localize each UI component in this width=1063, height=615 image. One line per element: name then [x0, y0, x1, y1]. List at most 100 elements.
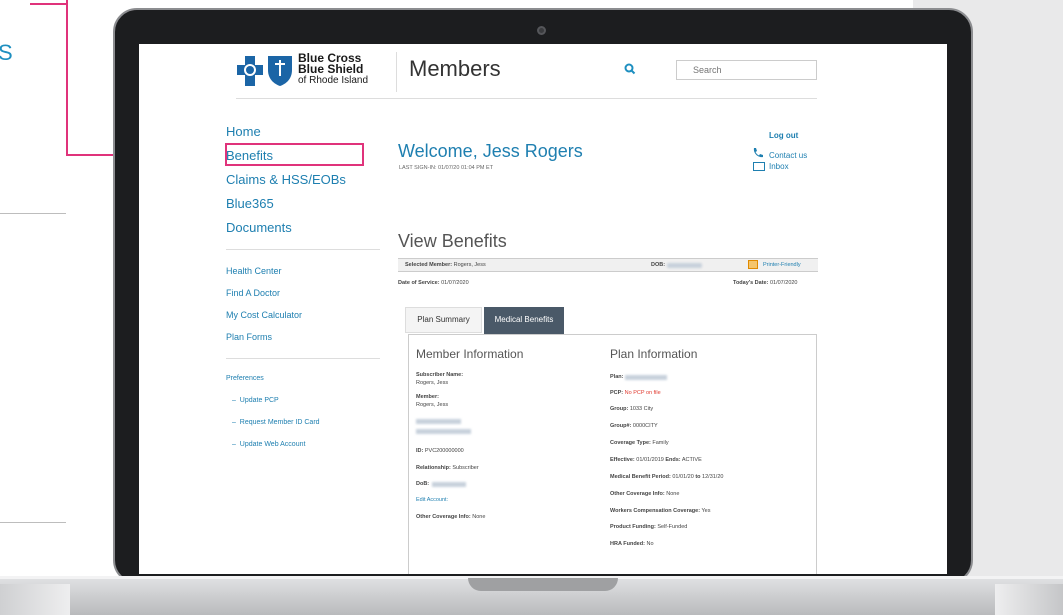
label: Date of Service:	[398, 280, 440, 286]
group-field: Group: 1033 City	[610, 406, 653, 412]
blue-shield-icon	[267, 54, 293, 88]
value: ACTIVE	[681, 457, 702, 463]
redacted-address	[416, 429, 471, 434]
value: None	[666, 491, 680, 497]
mail-icon	[753, 162, 765, 171]
value: Rogers, Jess	[416, 402, 449, 408]
label: Effective:	[610, 457, 635, 463]
subscriber-field: Subscriber Name: Rogers, Jess	[416, 371, 463, 387]
label: Selected Member:	[405, 262, 453, 268]
value: 0000CITY	[632, 423, 658, 429]
label: Medical Benefit Period:	[610, 474, 671, 480]
label: Workers Compensation Coverage:	[610, 508, 701, 514]
contact-link[interactable]: Contact us	[769, 151, 807, 160]
nav-link-plan-forms[interactable]: Plan Forms	[226, 332, 272, 342]
header-divider	[236, 98, 817, 99]
nav-link-find-doctor[interactable]: Find A Doctor	[226, 288, 280, 298]
logo-text: Blue Cross Blue Shield of Rhode Island	[298, 52, 369, 86]
value: Family	[652, 440, 669, 446]
pref-link-request-id[interactable]: – Request Member ID Card	[232, 419, 320, 426]
pref-link-update-pcp[interactable]: – Update PCP	[232, 397, 279, 404]
label: DoB:	[416, 481, 430, 487]
value: Rogers, Jess	[416, 380, 449, 386]
logo-line: of Rhode Island	[298, 75, 369, 86]
plan-field: Plan:	[610, 374, 623, 380]
document-fragment-text: S	[0, 40, 13, 65]
label: Relationship:	[416, 465, 451, 471]
other-coverage-field: Other Coverage Info: None	[416, 514, 485, 520]
benefits-highlight-box	[225, 143, 364, 166]
divider	[0, 213, 66, 214]
benefit-period-field: Medical Benefit Period: 01/01/20 to 12/3…	[610, 474, 723, 480]
date-of-service: Date of Service: 01/07/2020	[398, 280, 469, 286]
group-number-field: Group#: 0000CITY	[610, 423, 658, 429]
callout-line	[66, 0, 68, 156]
callout-line	[30, 3, 67, 5]
label: Ends:	[665, 457, 681, 463]
value: 01/07/2020	[769, 280, 798, 286]
other-coverage-field: Other Coverage Info: None	[610, 491, 679, 497]
label: Member:	[416, 394, 439, 400]
page: S Blue Cross Blue Shield of Rhode Island…	[0, 0, 1063, 615]
printer-icon	[748, 260, 758, 269]
label: Product Funding:	[610, 524, 656, 530]
label: Group:	[610, 406, 629, 412]
nav-item-blue365[interactable]: Blue365	[226, 196, 274, 211]
last-signin: LAST SIGN-IN: 01/07/20 01:04 PM ET	[399, 165, 494, 171]
browser-screen: Blue Cross Blue Shield of Rhode Island M…	[139, 44, 947, 574]
workers-comp-field: Workers Compensation Coverage: Yes	[610, 508, 710, 514]
dash: –	[232, 441, 240, 448]
dob-field: DoB:	[416, 481, 429, 487]
plan-info-title: Plan Information	[610, 347, 698, 361]
value: No PCP on file	[624, 390, 661, 396]
laptop-base	[0, 584, 70, 615]
nav-item-claims[interactable]: Claims & HSS/EOBs	[226, 172, 346, 187]
view-benefits-title: View Benefits	[398, 231, 507, 251]
blue-cross-icon	[236, 54, 264, 88]
id-field: ID: PVC200000000	[416, 448, 464, 454]
dash: –	[232, 419, 240, 426]
value: PVC200000000	[424, 448, 464, 454]
label: Today's Date:	[733, 280, 769, 286]
label: ID:	[416, 448, 424, 454]
tab-plan-summary[interactable]: Plan Summary	[405, 307, 482, 333]
effective-field: Effective: 01/01/2019 Ends: ACTIVE	[610, 457, 702, 463]
link-label: Request Member ID Card	[239, 419, 320, 426]
value: Yes	[701, 508, 711, 514]
value: 01/07/2020	[441, 280, 469, 286]
dob-label: DOB:	[651, 262, 666, 268]
nav-link-cost-calculator[interactable]: My Cost Calculator	[226, 310, 302, 320]
nav-item-documents[interactable]: Documents	[226, 220, 292, 235]
label: Subscriber Name:	[416, 372, 464, 378]
redacted-value	[432, 482, 466, 487]
divider	[226, 249, 380, 250]
pcp-field: PCP: No PCP on file	[610, 390, 661, 396]
redacted-value	[625, 375, 667, 380]
nav-item-home[interactable]: Home	[226, 124, 261, 139]
value: 1033 City	[629, 406, 654, 412]
label: Other Coverage Info:	[610, 491, 665, 497]
nav-link-health-center[interactable]: Health Center	[226, 266, 282, 276]
label: HRA Funded:	[610, 541, 645, 547]
label: Coverage Type:	[610, 440, 651, 446]
relationship-field: Relationship: Subscriber	[416, 465, 479, 471]
label: Group#:	[610, 423, 632, 429]
product-funding-field: Product Funding: Self-Funded	[610, 524, 687, 530]
selected-member: Selected Member: Rogers, Jess	[405, 262, 486, 268]
tab-medical-benefits[interactable]: Medical Benefits	[484, 307, 564, 335]
printer-friendly-link[interactable]: Printer-Friendly	[763, 262, 801, 268]
benefits-panel	[408, 334, 817, 574]
logout-link[interactable]: Log out	[769, 131, 798, 140]
divider	[396, 52, 397, 92]
search-input[interactable]	[676, 60, 817, 80]
value: No	[646, 541, 654, 547]
dash: –	[232, 397, 240, 404]
divider	[0, 522, 66, 523]
search-icon[interactable]	[624, 62, 636, 75]
edit-account-link[interactable]: Edit Account:	[416, 497, 448, 503]
pref-link-web-account[interactable]: – Update Web Account	[232, 441, 305, 448]
member-info-title: Member Information	[416, 347, 524, 361]
inbox-link[interactable]: Inbox	[769, 162, 789, 171]
value: Rogers, Jess	[453, 262, 486, 268]
hra-funded-field: HRA Funded: No	[610, 541, 654, 547]
